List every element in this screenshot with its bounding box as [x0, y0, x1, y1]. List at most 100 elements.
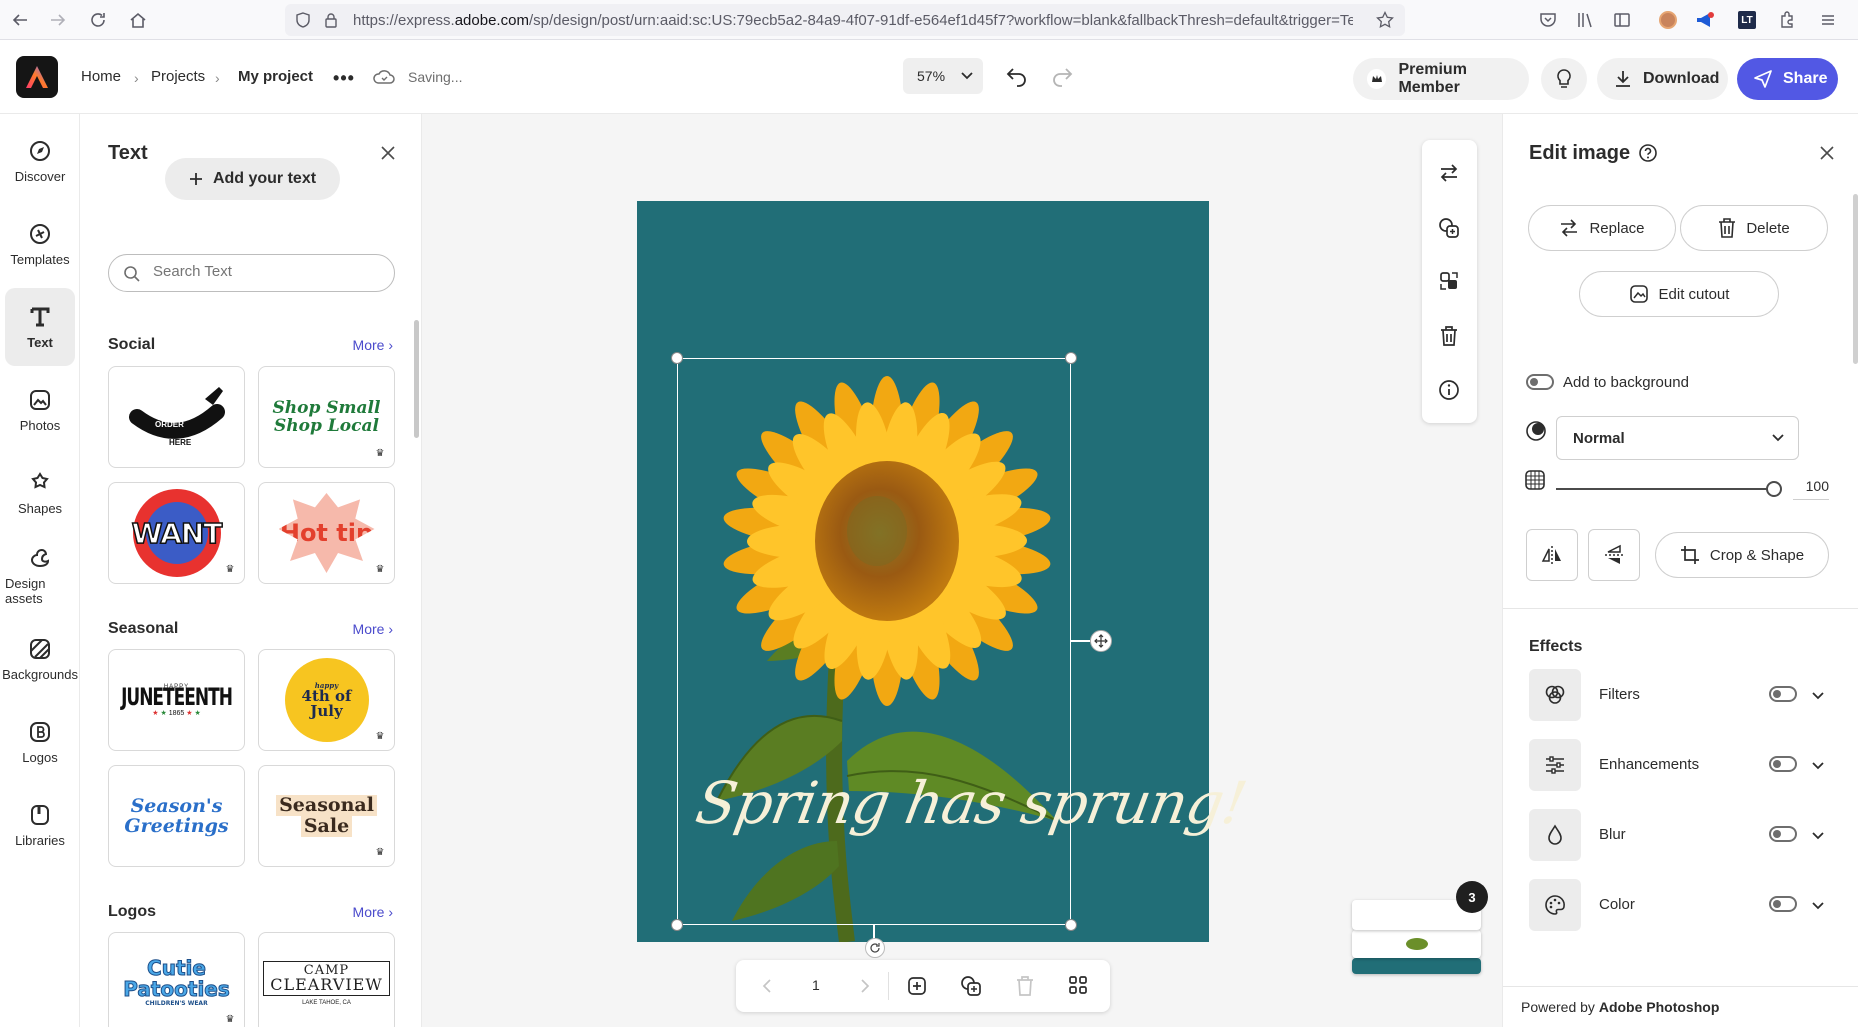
- text-card-seasons-greetings[interactable]: Season's Greetings: [108, 765, 245, 867]
- text-card-4th-of-july[interactable]: happy 4th of July ♛: [258, 649, 395, 751]
- blur-toggle[interactable]: [1769, 826, 1797, 842]
- close-icon[interactable]: [1819, 145, 1835, 161]
- url-bar[interactable]: https://express.adobe.com/sp/design/post…: [285, 4, 1405, 36]
- add-your-text-button[interactable]: Add your text: [165, 158, 340, 200]
- shield-icon[interactable]: [291, 8, 315, 32]
- zoom-dropdown[interactable]: 57%: [903, 58, 983, 94]
- duplicate-icon[interactable]: [1438, 217, 1460, 239]
- rail-item-design-assets[interactable]: Design assets: [5, 537, 75, 615]
- swap-icon[interactable]: [1438, 162, 1460, 184]
- breadcrumb-home[interactable]: Home: [81, 68, 121, 85]
- rail-item-discover[interactable]: Discover: [5, 122, 75, 200]
- search-input[interactable]: [153, 263, 373, 280]
- home-icon[interactable]: [126, 8, 150, 32]
- more-link-logos[interactable]: More ›: [353, 904, 393, 920]
- rail-item-photos[interactable]: Photos: [5, 371, 75, 449]
- languagetool-icon[interactable]: LT: [1735, 8, 1759, 32]
- text-card-camp-clearview[interactable]: CAMP CLEARVIEW LAKE TAHOE, CA: [258, 932, 395, 1027]
- info-icon[interactable]: [1438, 379, 1460, 401]
- share-button[interactable]: Share: [1737, 58, 1838, 100]
- rotate-icon[interactable]: [865, 938, 885, 958]
- library-icon[interactable]: [1573, 8, 1597, 32]
- resize-handle-top-right[interactable]: [1065, 352, 1077, 364]
- effect-row-filters[interactable]: Filters: [1529, 669, 1829, 721]
- resize-handle-bottom-left[interactable]: [671, 919, 683, 931]
- close-icon[interactable]: [380, 145, 396, 161]
- next-page-icon[interactable]: [860, 978, 870, 994]
- effect-row-enhancements[interactable]: Enhancements: [1529, 739, 1829, 791]
- flip-vertical-button[interactable]: [1588, 529, 1640, 581]
- edit-cutout-button[interactable]: Edit cutout: [1579, 271, 1779, 317]
- more-link-social[interactable]: More ›: [353, 337, 393, 353]
- enhancements-toggle[interactable]: [1769, 756, 1797, 772]
- chevron-down-icon[interactable]: [1811, 689, 1825, 703]
- forward-icon[interactable]: [46, 8, 70, 32]
- text-card-juneteenth[interactable]: HAPPY JUNETEENTH ★ ★ 1865 ★ ★: [108, 649, 245, 751]
- opacity-slider[interactable]: [1556, 481, 1782, 497]
- panel-scrollbar[interactable]: [1853, 194, 1858, 364]
- crop-and-shape-button[interactable]: Crop & Shape: [1655, 532, 1829, 578]
- menu-icon[interactable]: [1816, 8, 1840, 32]
- lock-icon[interactable]: [319, 8, 343, 32]
- profile-avatar-icon[interactable]: [1656, 8, 1680, 32]
- effect-row-blur[interactable]: Blur: [1529, 809, 1829, 861]
- rail-item-templates[interactable]: Templates: [5, 205, 75, 283]
- delete-page-icon[interactable]: [1015, 975, 1035, 997]
- rail-item-text[interactable]: Text: [5, 288, 75, 366]
- text-card-cutie-patooties[interactable]: Cutie Patooties CHILDREN'S WEAR ♛: [108, 932, 245, 1027]
- breadcrumb-projects[interactable]: Projects: [151, 68, 205, 85]
- add-page-icon[interactable]: [906, 975, 928, 997]
- resize-handle-top-left[interactable]: [671, 352, 683, 364]
- chevron-down-icon[interactable]: [1811, 899, 1825, 913]
- resize-handle-bottom-right[interactable]: [1065, 919, 1077, 931]
- adobe-express-logo[interactable]: [16, 56, 58, 98]
- trash-icon[interactable]: [1439, 325, 1459, 347]
- search-text-field[interactable]: [108, 254, 395, 292]
- more-options-icon[interactable]: •••: [332, 68, 356, 88]
- blend-mode-dropdown[interactable]: Normal: [1556, 416, 1799, 460]
- effect-row-color[interactable]: Color: [1529, 879, 1829, 931]
- download-button[interactable]: Download: [1597, 58, 1728, 100]
- flip-horizontal-button[interactable]: [1526, 529, 1578, 581]
- extensions-icon[interactable]: [1775, 8, 1799, 32]
- breadcrumb-current[interactable]: My project: [238, 68, 313, 85]
- replace-button[interactable]: Replace: [1528, 205, 1676, 251]
- move-icon[interactable]: [1090, 630, 1112, 652]
- headline-text[interactable]: Spring has sprung!: [691, 769, 1251, 837]
- rail-item-backgrounds[interactable]: Backgrounds: [2, 620, 78, 698]
- arrange-layers-icon[interactable]: [1438, 270, 1460, 292]
- duplicate-page-icon[interactable]: [960, 975, 982, 997]
- text-card-hot-tip[interactable]: Hot tip ♛: [258, 482, 395, 584]
- lightbulb-button[interactable]: [1541, 58, 1587, 100]
- reload-icon[interactable]: [86, 8, 110, 32]
- text-card-seasonal-sale[interactable]: Seasonal Sale ♛: [258, 765, 395, 867]
- megaphone-icon[interactable]: [1693, 8, 1717, 32]
- text-card-want[interactable]: WANT ♛: [108, 482, 245, 584]
- sidebar-icon[interactable]: [1610, 8, 1634, 32]
- delete-button[interactable]: Delete: [1680, 205, 1828, 251]
- filters-toggle[interactable]: [1769, 686, 1797, 702]
- chevron-down-icon[interactable]: [1811, 829, 1825, 843]
- previous-page-icon[interactable]: [762, 978, 772, 994]
- artboard[interactable]: Spring has sprung!: [637, 201, 1251, 942]
- redo-icon[interactable]: [1050, 64, 1074, 88]
- bookmark-star-icon[interactable]: [1373, 8, 1397, 32]
- undo-icon[interactable]: [1005, 64, 1029, 88]
- chevron-down-icon[interactable]: [1811, 759, 1825, 773]
- panel-scrollbar[interactable]: [414, 320, 419, 438]
- color-toggle[interactable]: [1769, 896, 1797, 912]
- more-link-seasonal[interactable]: More ›: [353, 621, 393, 637]
- opacity-slider-thumb[interactable]: [1766, 481, 1782, 497]
- premium-member-button[interactable]: Premium Member: [1353, 58, 1529, 100]
- text-card-order-here[interactable]: ORDER HERE: [108, 366, 245, 468]
- pocket-icon[interactable]: [1536, 8, 1560, 32]
- rail-item-logos[interactable]: Logos: [5, 703, 75, 781]
- text-card-shop-small[interactable]: Shop Small Shop Local ♛: [258, 366, 395, 468]
- layers-thumbnail-stack[interactable]: [1350, 900, 1481, 974]
- back-icon[interactable]: [8, 8, 32, 32]
- layers-count-badge[interactable]: 3: [1456, 881, 1488, 913]
- selection-box[interactable]: [677, 358, 1071, 925]
- opacity-value-field[interactable]: 100: [1793, 478, 1829, 500]
- grid-view-icon[interactable]: [1068, 975, 1088, 995]
- rail-item-libraries[interactable]: Libraries: [5, 786, 75, 864]
